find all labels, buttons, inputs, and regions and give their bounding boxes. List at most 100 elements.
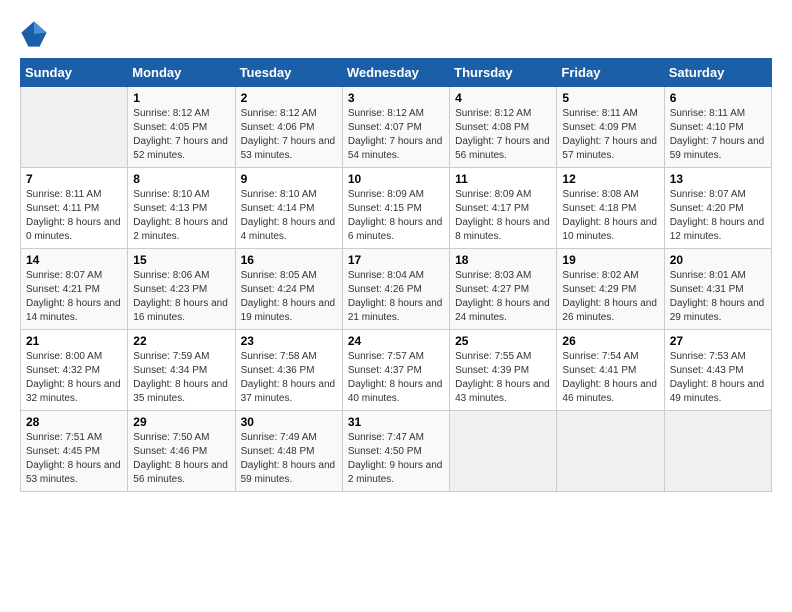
calendar-cell: 10 Sunrise: 8:09 AMSunset: 4:15 PMDayligh… [342, 168, 449, 249]
day-number: 15 [133, 253, 229, 267]
calendar-cell: 1 Sunrise: 8:12 AMSunset: 4:05 PMDaylight… [128, 87, 235, 168]
calendar-header-row: SundayMondayTuesdayWednesdayThursdayFrid… [21, 59, 772, 87]
day-number: 5 [562, 91, 658, 105]
header-wednesday: Wednesday [342, 59, 449, 87]
day-number: 1 [133, 91, 229, 105]
day-info: Sunrise: 8:09 AMSunset: 4:15 PMDaylight:… [348, 188, 444, 244]
calendar-cell: 28 Sunrise: 7:51 AMSunset: 4:45 PMDayligh… [21, 411, 128, 492]
day-number: 8 [133, 172, 229, 186]
day-number: 30 [241, 415, 337, 429]
calendar-cell: 11 Sunrise: 8:09 AMSunset: 4:17 PMDayligh… [450, 168, 557, 249]
day-number: 16 [241, 253, 337, 267]
day-info: Sunrise: 7:54 AMSunset: 4:41 PMDaylight:… [562, 350, 658, 406]
day-info: Sunrise: 8:00 AMSunset: 4:32 PMDaylight:… [26, 350, 122, 406]
day-number: 18 [455, 253, 551, 267]
day-number: 17 [348, 253, 444, 267]
day-number: 9 [241, 172, 337, 186]
day-info: Sunrise: 8:03 AMSunset: 4:27 PMDaylight:… [455, 269, 551, 325]
header-thursday: Thursday [450, 59, 557, 87]
calendar-cell: 19Sunrise: 8:02 AMSunset: 4:29 PMDayligh… [557, 249, 664, 330]
day-number: 19 [562, 253, 658, 267]
day-info: Sunrise: 8:12 AMSunset: 4:08 PMDaylight:… [455, 107, 551, 163]
calendar-cell: 8 Sunrise: 8:10 AMSunset: 4:13 PMDaylight… [128, 168, 235, 249]
calendar-week-4: 21 Sunrise: 8:00 AMSunset: 4:32 PMDayligh… [21, 330, 772, 411]
day-number: 13 [670, 172, 766, 186]
calendar-week-1: 1 Sunrise: 8:12 AMSunset: 4:05 PMDaylight… [21, 87, 772, 168]
day-info: Sunrise: 8:12 AMSunset: 4:07 PMDaylight:… [348, 107, 444, 163]
day-number: 7 [26, 172, 122, 186]
calendar-cell: 15 Sunrise: 8:06 AMSunset: 4:23 PMDayligh… [128, 249, 235, 330]
day-number: 22 [133, 334, 229, 348]
day-info: Sunrise: 8:11 AMSunset: 4:09 PMDaylight:… [562, 107, 658, 163]
day-number: 24 [348, 334, 444, 348]
calendar-cell: 18 Sunrise: 8:03 AMSunset: 4:27 PMDayligh… [450, 249, 557, 330]
day-info: Sunrise: 7:55 AMSunset: 4:39 PMDaylight:… [455, 350, 551, 406]
calendar-cell: 24 Sunrise: 7:57 AMSunset: 4:37 PMDayligh… [342, 330, 449, 411]
calendar-cell: 22 Sunrise: 7:59 AMSunset: 4:34 PMDayligh… [128, 330, 235, 411]
header-friday: Friday [557, 59, 664, 87]
day-info: Sunrise: 7:51 AMSunset: 4:45 PMDaylight:… [26, 431, 122, 487]
day-number: 28 [26, 415, 122, 429]
logo [20, 20, 52, 48]
day-info: Sunrise: 8:01 AMSunset: 4:31 PMDaylight:… [670, 269, 766, 325]
day-info: Sunrise: 7:59 AMSunset: 4:34 PMDaylight:… [133, 350, 229, 406]
day-info: Sunrise: 7:58 AMSunset: 4:36 PMDaylight:… [241, 350, 337, 406]
calendar-cell: 25Sunrise: 7:55 AMSunset: 4:39 PMDayligh… [450, 330, 557, 411]
calendar-cell: 4 Sunrise: 8:12 AMSunset: 4:08 PMDaylight… [450, 87, 557, 168]
calendar-cell: 27Sunrise: 7:53 AMSunset: 4:43 PMDayligh… [664, 330, 771, 411]
day-info: Sunrise: 8:12 AMSunset: 4:05 PMDaylight:… [133, 107, 229, 163]
calendar-cell: 2 Sunrise: 8:12 AMSunset: 4:06 PMDaylight… [235, 87, 342, 168]
day-number: 4 [455, 91, 551, 105]
day-info: Sunrise: 8:09 AMSunset: 4:17 PMDaylight:… [455, 188, 551, 244]
day-info: Sunrise: 8:04 AMSunset: 4:26 PMDaylight:… [348, 269, 444, 325]
calendar-cell: 3 Sunrise: 8:12 AMSunset: 4:07 PMDaylight… [342, 87, 449, 168]
calendar-table: SundayMondayTuesdayWednesdayThursdayFrid… [20, 58, 772, 492]
logo-icon [20, 20, 48, 48]
day-number: 3 [348, 91, 444, 105]
day-number: 6 [670, 91, 766, 105]
header-sunday: Sunday [21, 59, 128, 87]
calendar-cell [664, 411, 771, 492]
calendar-cell: 7 Sunrise: 8:11 AMSunset: 4:11 PMDaylight… [21, 168, 128, 249]
calendar-cell: 6Sunrise: 8:11 AMSunset: 4:10 PMDaylight… [664, 87, 771, 168]
day-info: Sunrise: 8:07 AMSunset: 4:21 PMDaylight:… [26, 269, 122, 325]
day-number: 27 [670, 334, 766, 348]
calendar-cell: 17 Sunrise: 8:04 AMSunset: 4:26 PMDayligh… [342, 249, 449, 330]
day-info: Sunrise: 8:11 AMSunset: 4:11 PMDaylight:… [26, 188, 122, 244]
calendar-cell: 26 Sunrise: 7:54 AMSunset: 4:41 PMDayligh… [557, 330, 664, 411]
day-info: Sunrise: 8:12 AMSunset: 4:06 PMDaylight:… [241, 107, 337, 163]
day-number: 31 [348, 415, 444, 429]
day-number: 11 [455, 172, 551, 186]
day-number: 29 [133, 415, 229, 429]
day-number: 10 [348, 172, 444, 186]
calendar-cell: 31 Sunrise: 7:47 AMSunset: 4:50 PMDayligh… [342, 411, 449, 492]
day-info: Sunrise: 7:49 AMSunset: 4:48 PMDaylight:… [241, 431, 337, 487]
calendar-week-3: 14 Sunrise: 8:07 AMSunset: 4:21 PMDayligh… [21, 249, 772, 330]
page-header [20, 20, 772, 48]
calendar-cell: 23 Sunrise: 7:58 AMSunset: 4:36 PMDayligh… [235, 330, 342, 411]
header-monday: Monday [128, 59, 235, 87]
day-info: Sunrise: 7:57 AMSunset: 4:37 PMDaylight:… [348, 350, 444, 406]
calendar-cell: 21 Sunrise: 8:00 AMSunset: 4:32 PMDayligh… [21, 330, 128, 411]
day-number: 23 [241, 334, 337, 348]
day-number: 21 [26, 334, 122, 348]
header-saturday: Saturday [664, 59, 771, 87]
calendar-cell: 5 Sunrise: 8:11 AMSunset: 4:09 PMDaylight… [557, 87, 664, 168]
calendar-cell: 9 Sunrise: 8:10 AMSunset: 4:14 PMDaylight… [235, 168, 342, 249]
day-number: 2 [241, 91, 337, 105]
calendar-cell: 14 Sunrise: 8:07 AMSunset: 4:21 PMDayligh… [21, 249, 128, 330]
calendar-cell: 16 Sunrise: 8:05 AMSunset: 4:24 PMDayligh… [235, 249, 342, 330]
day-number: 26 [562, 334, 658, 348]
day-number: 14 [26, 253, 122, 267]
day-info: Sunrise: 8:10 AMSunset: 4:13 PMDaylight:… [133, 188, 229, 244]
day-info: Sunrise: 8:07 AMSunset: 4:20 PMDaylight:… [670, 188, 766, 244]
day-info: Sunrise: 8:05 AMSunset: 4:24 PMDaylight:… [241, 269, 337, 325]
day-info: Sunrise: 7:47 AMSunset: 4:50 PMDaylight:… [348, 431, 444, 487]
calendar-cell: 30 Sunrise: 7:49 AMSunset: 4:48 PMDayligh… [235, 411, 342, 492]
calendar-cell [21, 87, 128, 168]
day-info: Sunrise: 8:10 AMSunset: 4:14 PMDaylight:… [241, 188, 337, 244]
calendar-cell: 12Sunrise: 8:08 AMSunset: 4:18 PMDayligh… [557, 168, 664, 249]
day-info: Sunrise: 8:06 AMSunset: 4:23 PMDaylight:… [133, 269, 229, 325]
calendar-cell [557, 411, 664, 492]
day-info: Sunrise: 7:50 AMSunset: 4:46 PMDaylight:… [133, 431, 229, 487]
